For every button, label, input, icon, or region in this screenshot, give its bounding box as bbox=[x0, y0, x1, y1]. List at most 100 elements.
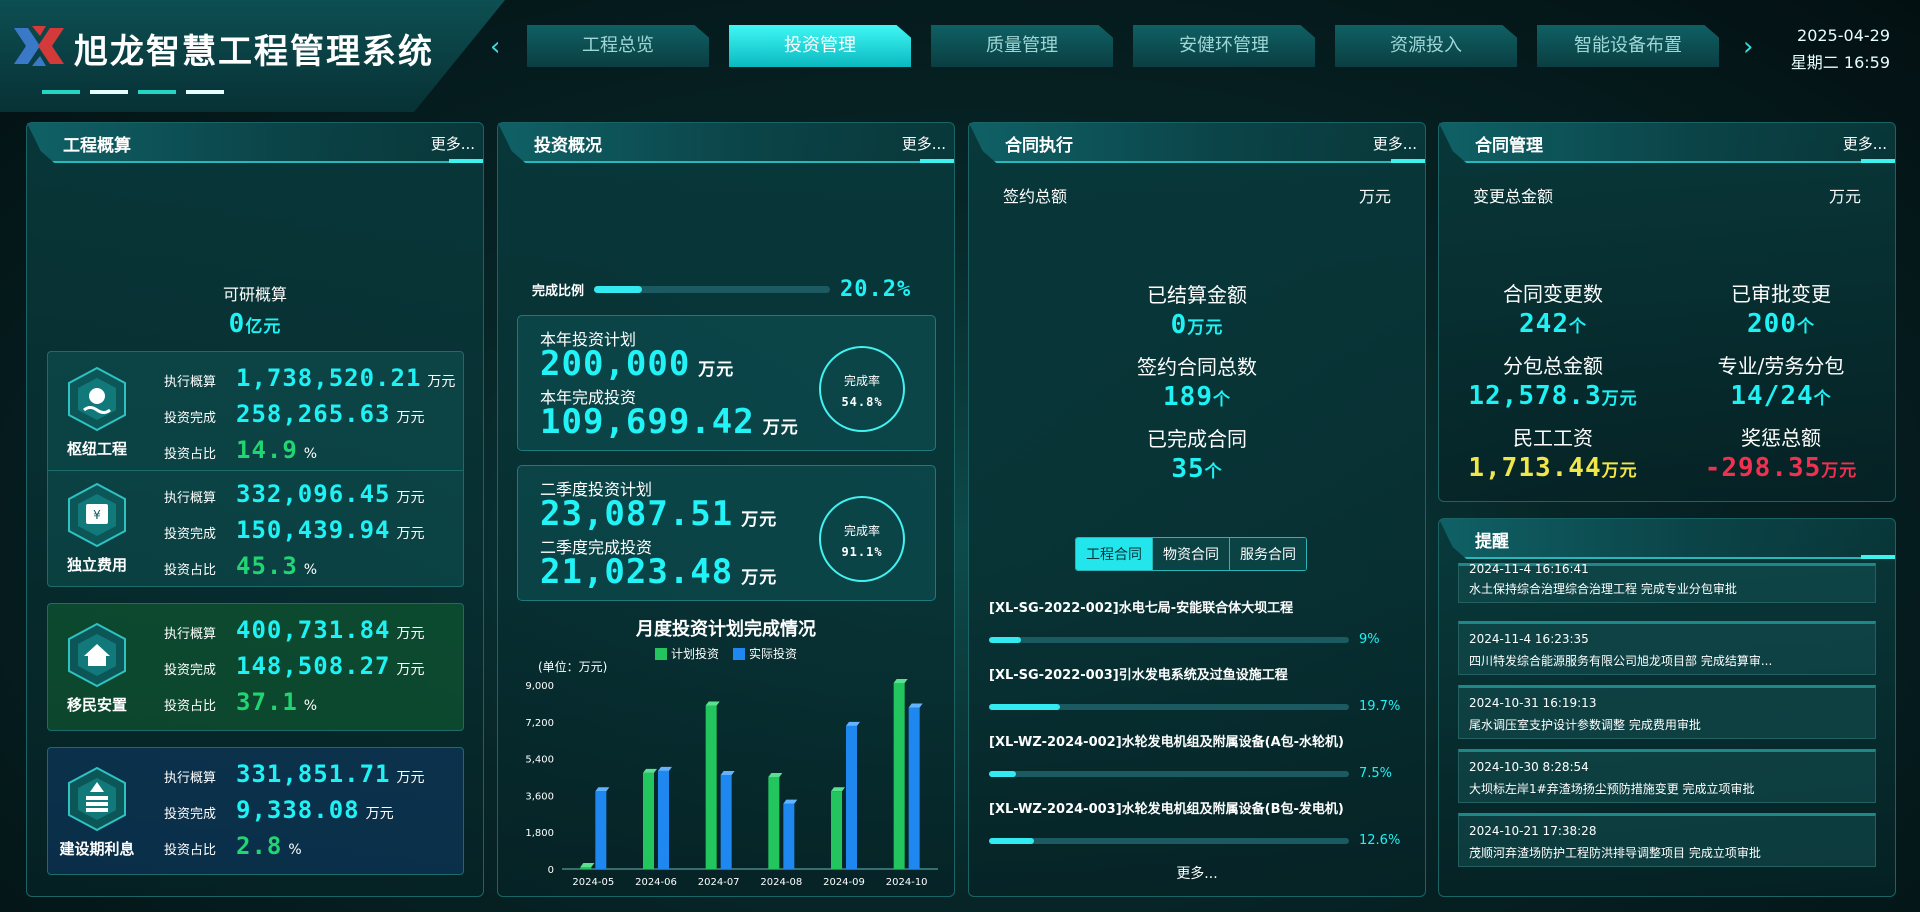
bar-top bbox=[705, 701, 720, 706]
tab-smart-devices[interactable]: 智能设备布置 bbox=[1537, 25, 1719, 67]
ratio-value: 14.9 bbox=[236, 436, 298, 464]
progress-track bbox=[594, 286, 831, 293]
svg-text:¥: ¥ bbox=[93, 508, 101, 522]
contract-name: [XL-SG-2022-003]引水发电系统及过鱼设施工程 bbox=[989, 668, 1288, 683]
kv-label: 投资完成 bbox=[164, 411, 217, 426]
x-tick-label: 2024-10 bbox=[886, 877, 928, 888]
y-tick-label: 0 bbox=[548, 865, 554, 876]
datetime: 2025-04-29 星期二 16:59 bbox=[1791, 22, 1890, 76]
bar bbox=[595, 791, 607, 869]
bar-chart: 0 1,800 3,600 5,400 7,200 9,000 2024-05 2024-06… bbox=[525, 678, 938, 888]
tab-investment[interactable]: 投资管理 bbox=[729, 25, 911, 67]
bar-top bbox=[580, 863, 595, 867]
exec-value: 331,851.71 bbox=[236, 760, 391, 788]
done-value: 150,439.94 bbox=[236, 516, 391, 544]
panel-title-bar: 投资概况 更多... bbox=[498, 123, 954, 163]
stat-label: 已完成合同 bbox=[1147, 427, 1247, 451]
more-link[interactable]: 更多... bbox=[431, 133, 475, 154]
contract-item[interactable]: [XL-WZ-2024-002]水轮发电机组及附属设备(A包-水轮机) 7.5% bbox=[989, 731, 1409, 781]
ratio-value: 45.3 bbox=[236, 552, 298, 580]
unit: 万元 bbox=[396, 410, 425, 426]
nav-prev-icon[interactable]: ‹ bbox=[490, 32, 500, 62]
y-tick-label: 5,400 bbox=[525, 755, 554, 766]
x-tick-label: 2024-07 bbox=[698, 877, 740, 888]
rate-label: 完成率 bbox=[843, 524, 880, 538]
tab-quality[interactable]: 质量管理 bbox=[931, 25, 1113, 67]
reminder-item[interactable]: 2024-11-4 16:23:35 四川特发综合能源服务有限公司旭龙项目部 完… bbox=[1458, 621, 1876, 675]
unit: 万元 bbox=[396, 626, 425, 642]
unit: 个 bbox=[1796, 317, 1815, 337]
bar-top bbox=[720, 770, 735, 775]
bar bbox=[908, 707, 920, 869]
bar bbox=[580, 867, 592, 869]
stat-value: -298.35 bbox=[1704, 453, 1822, 483]
more-link[interactable]: 更多... bbox=[1373, 133, 1417, 154]
tab-overview[interactable]: 工程总览 bbox=[527, 25, 709, 67]
bar-top bbox=[908, 703, 923, 708]
reminder-item[interactable]: 2024-10-30 8:28:54 大坝标左岸1#弃渣场扬尘预防措施变更 完成… bbox=[1458, 749, 1876, 803]
stat-label: 奖惩总额 bbox=[1741, 426, 1821, 450]
tab-service-contract[interactable]: 服务合同 bbox=[1230, 538, 1306, 570]
contract-progress-fill bbox=[989, 770, 1016, 777]
reminder-time: 2024-10-31 16:19:13 bbox=[1469, 696, 1597, 710]
logo-icon bbox=[14, 26, 64, 66]
budget-item-name: 建设期利息 bbox=[59, 840, 135, 858]
panel-title: 合同执行 bbox=[1005, 136, 1073, 156]
contract-item[interactable]: [XL-SG-2022-003]引水发电系统及过鱼设施工程 19.7% bbox=[989, 664, 1409, 714]
more-link[interactable]: 更多... bbox=[902, 133, 946, 154]
house-icon bbox=[68, 622, 126, 688]
quarter-rate-circle: 完成率 91.1% bbox=[819, 496, 905, 582]
x-tick-label: 2024-06 bbox=[635, 877, 677, 888]
contract-pct: 7.5% bbox=[1359, 766, 1393, 781]
unit: 万元 bbox=[741, 568, 778, 588]
stat-value: 14/24 bbox=[1730, 381, 1814, 411]
signed-total-row: 签约总额 万元 bbox=[1003, 183, 1391, 207]
bar bbox=[720, 774, 732, 869]
tab-hse[interactable]: 安健环管理 bbox=[1133, 25, 1315, 67]
stat-value: 1,713.44 bbox=[1468, 453, 1602, 483]
panel-title-bar: 合同管理 更多... bbox=[1439, 123, 1895, 163]
x-tick-label: 2024-05 bbox=[572, 877, 614, 888]
legend-item[interactable]: 计划投资 bbox=[654, 645, 719, 662]
kv-label: 投资完成 bbox=[164, 807, 217, 822]
contract-stat-cell: 专业/劳务分包 14/24个 bbox=[1667, 350, 1895, 411]
bar-top bbox=[658, 766, 672, 771]
nav-next-icon[interactable]: › bbox=[1743, 32, 1753, 62]
unit: 万元 bbox=[1187, 318, 1224, 338]
ratio-value: 37.1 bbox=[236, 688, 298, 716]
legend-item[interactable]: 实际投资 bbox=[733, 645, 797, 662]
quarter-plan-value: 23,087.51 bbox=[540, 494, 734, 534]
reminder-time: 2024-10-30 8:28:54 bbox=[1469, 760, 1589, 774]
legend-label: 实际投资 bbox=[749, 647, 798, 661]
tab-material-contract[interactable]: 物资合同 bbox=[1153, 538, 1230, 570]
feasibility-estimate: 可研概算 0亿元 bbox=[27, 281, 483, 339]
kv-label: 投资完成 bbox=[164, 663, 217, 678]
contracts-more-link[interactable]: 更多... bbox=[969, 863, 1425, 883]
header: 旭龙智慧工程管理系统 ‹ 工程总览 投资管理 质量管理 安健环管理 资源投入 智… bbox=[0, 0, 1920, 112]
reminder-text: 尾水调压室支护设计参数调整 完成费用审批 bbox=[1469, 718, 1701, 732]
kv-label: 执行概算 bbox=[164, 627, 217, 642]
reminder-item[interactable]: 2024-11-4 16:16:41 水土保持综合治理综合治理工程 完成专业分包… bbox=[1458, 562, 1876, 603]
rate-value: 91.1% bbox=[841, 545, 883, 559]
done-value: 148,508.27 bbox=[236, 652, 391, 680]
unit: 个 bbox=[1212, 390, 1231, 410]
tab-resources[interactable]: 资源投入 bbox=[1335, 25, 1517, 67]
change-label: 变更总金额 bbox=[1473, 187, 1554, 206]
progress-label: 完成比例 bbox=[532, 284, 585, 299]
panel-reminders: 提醒 2024-11-4 16:16:41 水土保持综合治理综合治理工程 完成专… bbox=[1438, 518, 1896, 897]
reminder-item[interactable]: 2024-10-31 16:19:13 尾水调压室支护设计参数调整 完成费用审批 bbox=[1458, 685, 1876, 739]
contract-item[interactable]: [XL-WZ-2024-003]水轮发电机组及附属设备(B包-发电机) 12.6… bbox=[989, 798, 1409, 848]
progress-fill bbox=[594, 286, 642, 293]
bar bbox=[846, 725, 857, 869]
reminder-item[interactable]: 2024-10-21 17:38:28 茂顺河弃渣场防护工程防洪排导调整项目 完… bbox=[1458, 813, 1876, 867]
panel-title: 投资概况 bbox=[534, 136, 602, 156]
panel-budget: 工程概算 更多... 可研概算 0亿元 枢纽工程 执行概算 1,738,520.2… bbox=[26, 122, 484, 897]
tab-engineering-contract[interactable]: 工程合同 bbox=[1076, 538, 1153, 570]
bar bbox=[658, 770, 669, 869]
change-unit: 万元 bbox=[1828, 187, 1861, 206]
completed-contract-stat: 已完成合同 35个 bbox=[969, 423, 1425, 484]
contract-item[interactable]: [XL-SG-2022-002]水电七局-安能联合体大坝工程 9% bbox=[989, 597, 1409, 647]
reminder-time: 2024-11-4 16:23:35 bbox=[1469, 632, 1589, 646]
main-nav: 工程总览 投资管理 质量管理 安健环管理 资源投入 智能设备布置 bbox=[527, 25, 1719, 67]
more-link[interactable]: 更多... bbox=[1843, 133, 1887, 154]
